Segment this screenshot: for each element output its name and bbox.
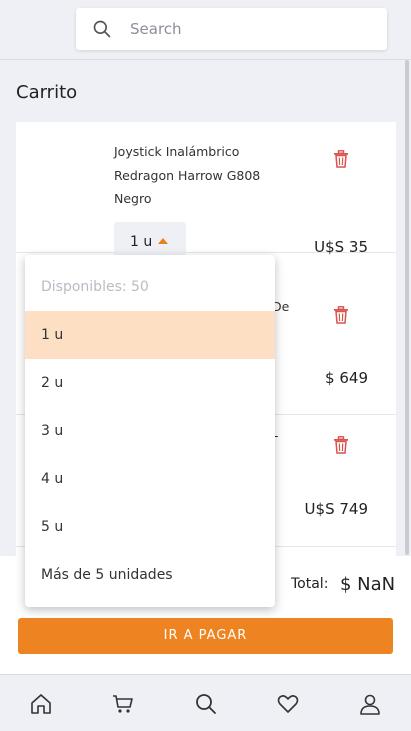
product-name[interactable]: Joystick Inalámbrico Redragon Harrow G80…: [114, 140, 294, 211]
cart-icon[interactable]: [111, 692, 135, 716]
dropdown-option[interactable]: 5 u: [25, 503, 275, 551]
search-input[interactable]: [130, 20, 330, 38]
home-icon[interactable]: [29, 692, 53, 716]
total-label: Total:: [291, 576, 329, 592]
scrollbar[interactable]: [405, 60, 409, 555]
dropdown-option[interactable]: Más de 5 unidades: [25, 551, 275, 599]
user-icon[interactable]: [358, 692, 382, 716]
quantity-dropdown: Disponibles: 50 1 u 2 u 3 u 4 u 5 u Más …: [25, 255, 275, 607]
page-title: Carrito: [16, 82, 78, 103]
heart-icon[interactable]: [276, 692, 300, 716]
product-price: U$S 749: [304, 500, 368, 518]
bottom-nav: [0, 674, 411, 731]
caret-up-icon: [158, 238, 169, 244]
cart-item: Joystick Inalámbrico Redragon Harrow G80…: [16, 122, 396, 346]
dropdown-option[interactable]: 4 u: [25, 455, 275, 503]
trash-icon[interactable]: [333, 436, 349, 454]
checkout-button[interactable]: IR A PAGAR: [18, 618, 393, 654]
trash-icon[interactable]: [333, 306, 349, 324]
dropdown-option[interactable]: 1 u: [25, 311, 275, 359]
dropdown-option[interactable]: 3 u: [25, 407, 275, 455]
trash-icon[interactable]: [333, 150, 349, 168]
product-price: $ 649: [325, 369, 368, 387]
dropdown-header: Disponibles: 50: [41, 279, 149, 295]
product-price: U$S 35: [314, 238, 368, 256]
search-icon: [93, 20, 111, 38]
top-bar: [0, 0, 411, 60]
total-value: $ NaN: [340, 574, 396, 595]
dropdown-option[interactable]: 2 u: [25, 359, 275, 407]
search-bar[interactable]: [76, 8, 387, 50]
search-nav-icon[interactable]: [194, 692, 218, 716]
